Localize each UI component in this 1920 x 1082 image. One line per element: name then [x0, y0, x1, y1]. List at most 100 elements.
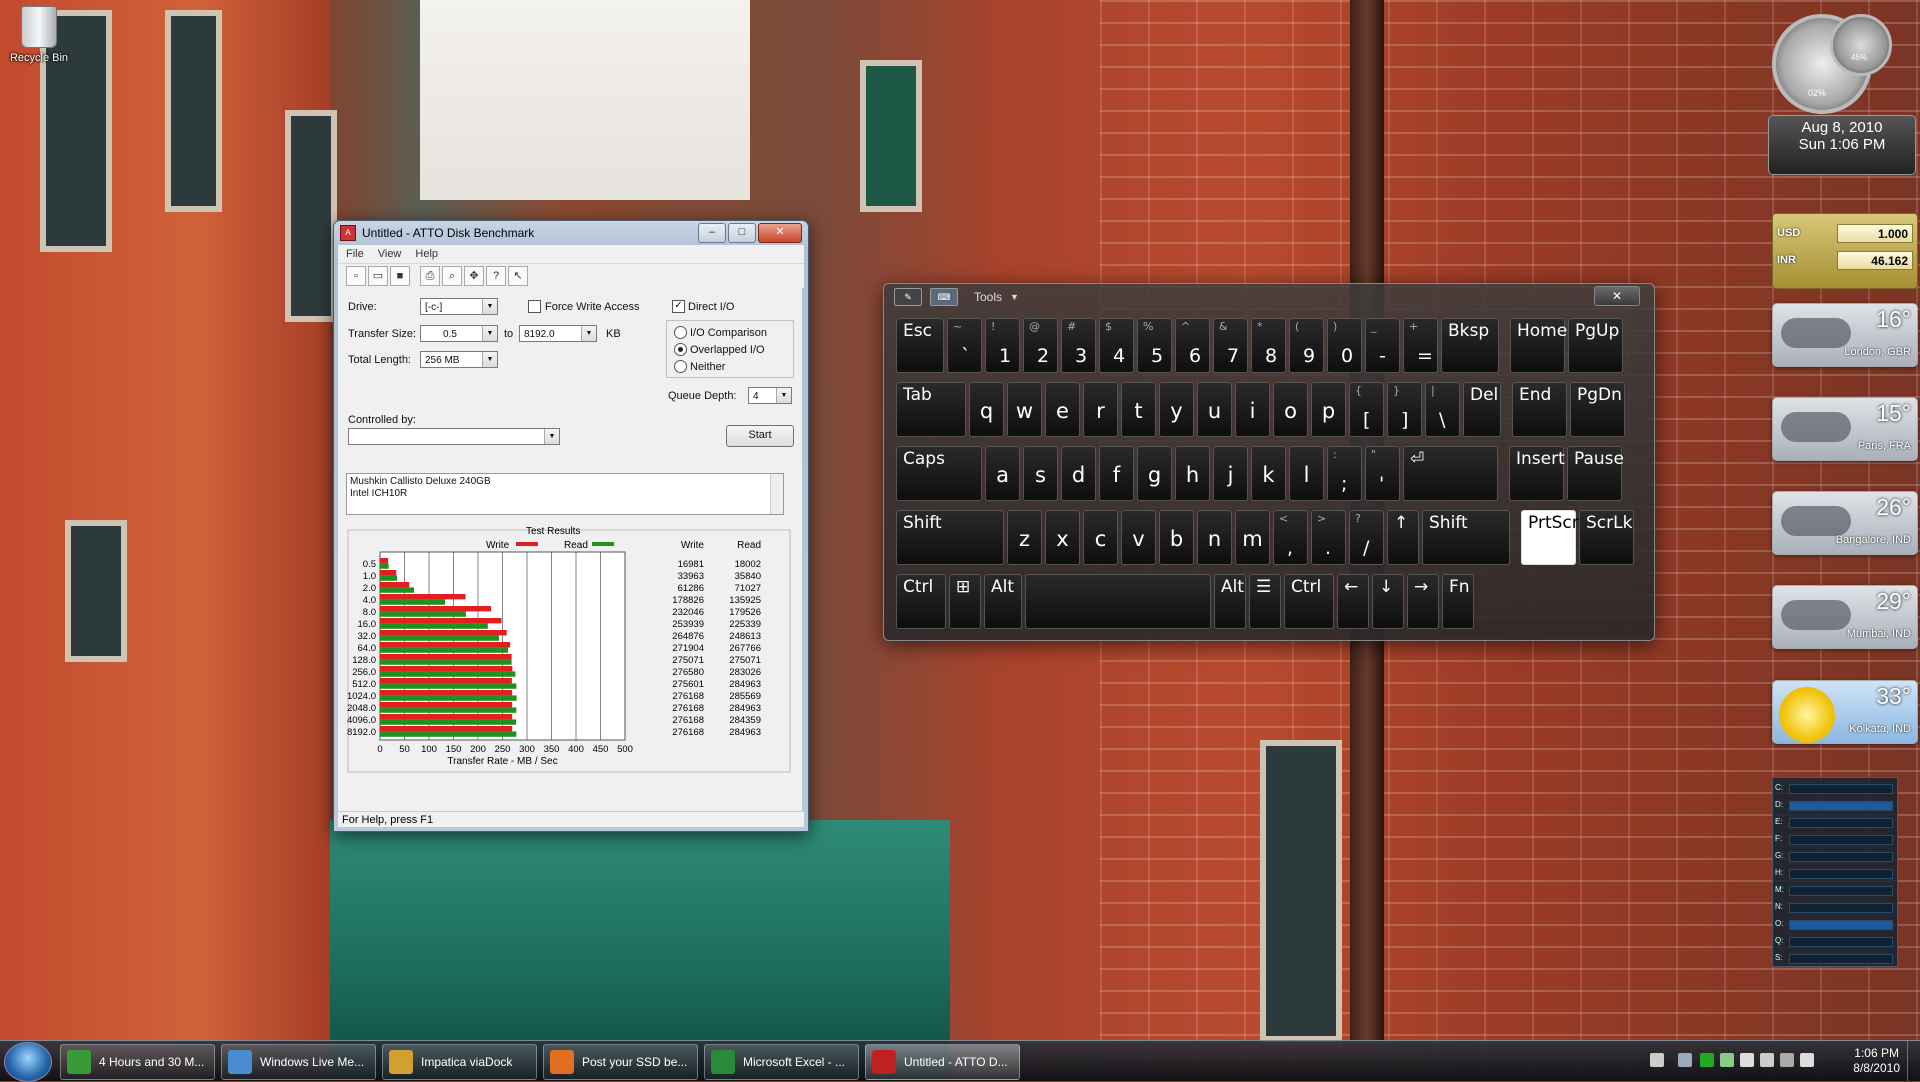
network-icon[interactable] [1720, 1053, 1734, 1067]
neither-radio[interactable] [674, 360, 687, 373]
date-time-gadget[interactable]: Aug 8, 2010 Sun 1:06 PM [1768, 115, 1916, 175]
key-symbol[interactable]: + = [1403, 318, 1438, 373]
key-bksp[interactable]: Bksp [1441, 318, 1499, 373]
close-button[interactable]: ✕ [758, 223, 802, 243]
transfer-size-from-select[interactable]: 0.5 ▼ [420, 325, 498, 342]
key-symbol[interactable]: ^ 6 [1175, 318, 1210, 373]
start-button[interactable] [4, 1042, 52, 1082]
show-desktop-button[interactable] [1907, 1041, 1920, 1081]
weather-gadget[interactable]: 16° London, GBR [1772, 303, 1918, 367]
weather-gadget[interactable]: 15° Paris, FRA [1772, 397, 1918, 461]
description-scrollbar[interactable] [770, 474, 783, 514]
key-s[interactable]: s [1023, 446, 1058, 501]
key-symbol[interactable]: <, [1273, 510, 1308, 565]
key-symbol[interactable]: :; [1327, 446, 1362, 501]
drive-activity-gadget[interactable]: C: D: E: F: G: H: M: N: O: Q: S: [1772, 777, 1898, 967]
key-symbol[interactable]: >. [1311, 510, 1346, 565]
key-p[interactable]: p [1311, 382, 1346, 437]
recycle-bin-icon[interactable]: Recycle Bin [4, 6, 74, 64]
keyboard-icon[interactable]: ⌨ [930, 288, 958, 306]
key-symbol[interactable]: @2 [1023, 318, 1058, 373]
key-symbol[interactable]: ⏎ [1403, 446, 1498, 501]
menu-view[interactable]: View [378, 248, 402, 260]
key-symbol[interactable]: → [1407, 574, 1439, 629]
osk-close-button[interactable]: ✕ [1594, 286, 1640, 306]
key-pause[interactable]: Pause [1567, 446, 1624, 501]
key-symbol[interactable]: #3 [1061, 318, 1096, 373]
display-icon[interactable] [1740, 1053, 1754, 1067]
key-ctrl[interactable]: Ctrl [896, 574, 946, 629]
key-m[interactable]: m [1235, 510, 1270, 565]
key-end[interactable]: End [1512, 382, 1567, 437]
start-button[interactable]: Start [726, 425, 794, 447]
menu-file[interactable]: File [346, 248, 364, 260]
key-n[interactable]: n [1197, 510, 1232, 565]
taskbar-button[interactable]: 4 Hours and 30 M... [60, 1044, 215, 1080]
currency-gadget[interactable]: USD 1.000 INR 46.162 [1772, 213, 1918, 289]
move-icon[interactable]: ✥ [464, 266, 484, 286]
key-insert[interactable]: Insert [1509, 446, 1565, 501]
key-esc[interactable]: Esc [896, 318, 944, 373]
key-del[interactable]: Del [1463, 382, 1501, 437]
key-o[interactable]: o [1273, 382, 1308, 437]
save-icon[interactable]: ■ [390, 266, 410, 286]
weather-gadget[interactable]: 29° Mumbai, IND [1772, 585, 1918, 649]
key-t[interactable]: t [1121, 382, 1156, 437]
security-icon[interactable] [1700, 1053, 1714, 1067]
help-icon[interactable]: ? [486, 266, 506, 286]
key-i[interactable]: i [1235, 382, 1270, 437]
key-tab[interactable]: Tab [896, 382, 966, 437]
chevron-down-icon[interactable]: ▼ [1010, 292, 1019, 302]
key-alt[interactable]: Alt [984, 574, 1022, 629]
key-e[interactable]: e [1045, 382, 1080, 437]
key-ctrl[interactable]: Ctrl [1284, 574, 1334, 629]
key-b[interactable]: b [1159, 510, 1194, 565]
key-symbol[interactable]: ↑ [1387, 510, 1419, 565]
controlled-by-select[interactable]: ▼ [348, 428, 560, 445]
taskbar-button[interactable]: Post your SSD be... [543, 1044, 698, 1080]
key-v[interactable]: v [1121, 510, 1156, 565]
key-symbol[interactable]: {[ [1349, 382, 1384, 437]
currency-value[interactable]: 46.162 [1837, 251, 1913, 270]
new-document-icon[interactable]: ▫ [346, 266, 366, 286]
key-h[interactable]: h [1175, 446, 1210, 501]
transfer-size-to-select[interactable]: 8192.0 ▼ [519, 325, 597, 342]
key-symbol[interactable]: & 7 [1213, 318, 1248, 373]
atto-titlebar[interactable]: A Untitled - ATTO Disk Benchmark – □ ✕ [334, 221, 808, 245]
key-symbol[interactable]: ← [1337, 574, 1369, 629]
description-textarea[interactable]: Mushkin Callisto Deluxe 240GB Intel ICH1… [346, 473, 784, 515]
key-pgdn[interactable]: PgDn [1570, 382, 1625, 437]
key-symbol[interactable]: ! 1 [985, 318, 1020, 373]
key-a[interactable]: a [985, 446, 1020, 501]
menu-help[interactable]: Help [415, 248, 438, 260]
power-icon[interactable] [1780, 1053, 1794, 1067]
key-g[interactable]: g [1137, 446, 1172, 501]
currency-code[interactable]: USD [1777, 227, 1800, 239]
key-symbol[interactable]: ↓ [1372, 574, 1404, 629]
key-symbol[interactable]: " ' [1365, 446, 1400, 501]
key-home[interactable]: Home [1510, 318, 1567, 373]
key-alt[interactable]: Alt [1214, 574, 1246, 629]
currency-code[interactable]: INR [1777, 254, 1796, 266]
maximize-button[interactable]: □ [728, 223, 756, 243]
key-symbol[interactable]: _ - [1365, 318, 1400, 373]
key-q[interactable]: q [969, 382, 1004, 437]
key-scrlk[interactable]: ScrLk [1579, 510, 1634, 565]
taskbar-clock[interactable]: 1:06 PM 8/8/2010 [1853, 1046, 1900, 1076]
key-k[interactable]: k [1251, 446, 1286, 501]
key-d[interactable]: d [1061, 446, 1096, 501]
key-fn[interactable]: Fn [1442, 574, 1474, 629]
key-pgup[interactable]: PgUp [1568, 318, 1623, 373]
key-symbol[interactable]: % 5 [1137, 318, 1172, 373]
print-icon[interactable]: ⎙ [420, 266, 440, 286]
key-w[interactable]: w [1007, 382, 1042, 437]
key-j[interactable]: j [1213, 446, 1248, 501]
key-caps[interactable]: Caps [896, 446, 982, 501]
minimize-button[interactable]: – [698, 223, 726, 243]
key-l[interactable]: l [1289, 446, 1324, 501]
key-symbol[interactable]: * 8 [1251, 318, 1286, 373]
key-c[interactable]: c [1083, 510, 1118, 565]
volume-icon[interactable] [1800, 1053, 1814, 1067]
osk-tools-menu[interactable]: Tools [974, 290, 1002, 304]
taskbar-button[interactable]: Windows Live Me... [221, 1044, 376, 1080]
